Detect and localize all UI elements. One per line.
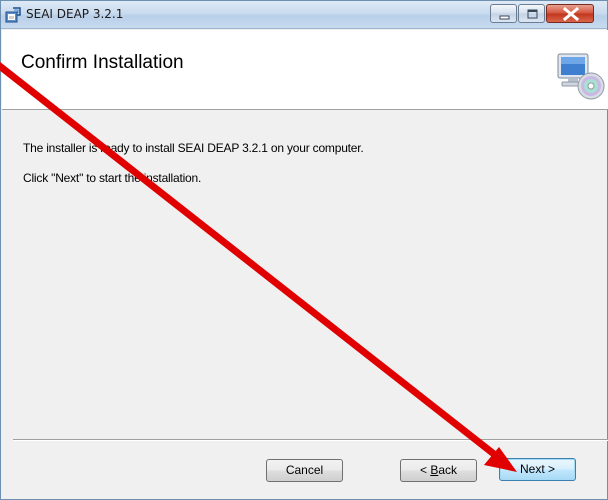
cancel-button[interactable]: Cancel xyxy=(266,459,343,482)
installer-window: SEAI DEAP 3.2.1 Confirm Installation The… xyxy=(0,0,608,500)
computer-with-disc-icon xyxy=(554,50,606,102)
close-icon xyxy=(562,6,580,22)
close-button[interactable] xyxy=(546,4,594,23)
maximize-icon xyxy=(527,9,538,19)
minimize-icon xyxy=(499,15,510,20)
ready-message: The installer is ready to install SEAI D… xyxy=(23,141,364,155)
title-bar[interactable]: SEAI DEAP 3.2.1 xyxy=(1,1,607,29)
instruction-message: Click "Next" to start the installation. xyxy=(23,171,202,185)
maximize-button[interactable] xyxy=(518,4,545,23)
back-label-prefix: < xyxy=(419,463,431,477)
installer-package-icon xyxy=(5,6,23,24)
back-button[interactable]: < Back xyxy=(400,459,477,482)
page-title: Confirm Installation xyxy=(21,52,184,73)
window-title: SEAI DEAP 3.2.1 xyxy=(26,7,124,21)
header-banner: Confirm Installation xyxy=(2,30,608,110)
back-label-rest: ack xyxy=(438,463,458,477)
next-button[interactable]: Next > xyxy=(499,458,576,481)
footer-separator xyxy=(13,439,608,441)
minimize-button[interactable] xyxy=(490,4,517,23)
